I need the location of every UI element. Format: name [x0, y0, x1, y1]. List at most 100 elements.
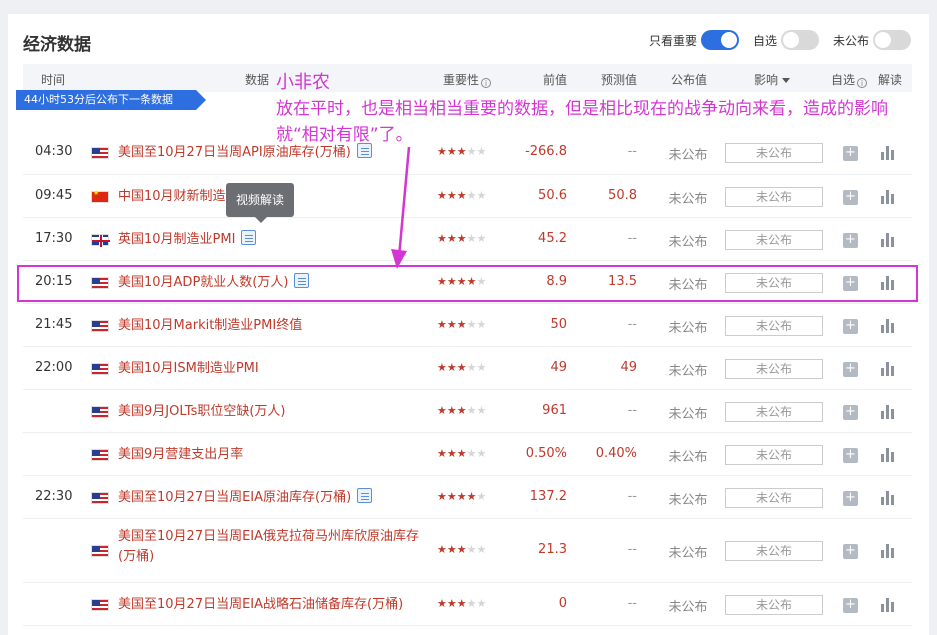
document-icon[interactable]: [241, 229, 257, 245]
annotation-text: 放在平时，也是相当相当重要的数据，但是相比现在的战争动向来看，造成的影响就“相对…: [276, 99, 888, 145]
table-row: 22:00 美国10月ISM制造业PMI ★★★★★ 49 49 未公布 未公布 +: [23, 347, 912, 390]
importance-stars: ★★★★★: [437, 490, 486, 503]
add-watchlist-button[interactable]: +: [843, 404, 858, 420]
indicator-name-link[interactable]: 美国至10月27日当周EIA原油库存(万桶): [118, 487, 373, 508]
previous-value: 0: [558, 595, 567, 611]
filter-toggles: 只看重要 自选 未公布: [635, 30, 911, 50]
add-watchlist-button[interactable]: +: [843, 232, 858, 248]
published-value: 未公布: [668, 492, 708, 508]
column-published: 公布值: [671, 73, 708, 87]
bar-chart-icon[interactable]: [881, 544, 895, 558]
forecast-value: 50.8: [608, 187, 637, 203]
bar-chart-icon[interactable]: [881, 597, 895, 612]
previous-value: 137.2: [529, 488, 567, 504]
star-icon: ★: [446, 543, 457, 556]
star-icon: ★: [476, 596, 487, 610]
forecast-value: --: [627, 542, 637, 557]
bar-chart-icon[interactable]: [881, 404, 895, 419]
star-icon: ★: [476, 403, 487, 417]
toggle-unpublished[interactable]: 未公布: [833, 30, 911, 50]
add-watchlist-button[interactable]: +: [843, 146, 858, 161]
forecast-value: --: [627, 316, 637, 332]
toggle-important-only[interactable]: 只看重要: [649, 30, 739, 50]
table-row: 美国至10月27日当周EIA俄克拉荷马州库欣原油库存(万桶) ★★★★★ 21.3-…: [23, 519, 912, 583]
star-icon: ★: [437, 231, 447, 245]
forecast-value: 49: [620, 359, 637, 375]
toggle-label: 只看重要: [648, 33, 697, 48]
impact-box: 未公布: [725, 594, 823, 615]
star-icon: ★: [456, 489, 467, 503]
bar-chart-icon[interactable]: [881, 361, 895, 376]
star-icon: ★: [437, 446, 447, 460]
importance-stars: ★★★★★: [437, 318, 486, 331]
flag-us-icon: [91, 448, 109, 461]
bar-chart-icon[interactable]: [881, 490, 895, 505]
impact-box: 未公布: [725, 358, 823, 379]
indicator-name-link[interactable]: 美国10月Markit制造业PMI终值: [118, 316, 302, 336]
indicator-name-text: 美国9月JOLTs职位空缺(万人): [118, 403, 286, 419]
star-icon: ★: [456, 403, 467, 417]
flag-cn-icon: [91, 189, 109, 203]
star-icon: ★: [456, 317, 467, 331]
star-icon: ★: [466, 188, 477, 202]
column-impact-sort[interactable]: 影响: [754, 71, 791, 88]
info-icon[interactable]: i: [481, 78, 492, 88]
star-icon: ★: [437, 596, 447, 610]
indicator-name-text: 美国10月Markit制造业PMI终值: [118, 317, 303, 333]
published-value: 未公布: [668, 546, 708, 561]
bar-chart-icon[interactable]: [881, 189, 895, 204]
bar-chart-icon[interactable]: [881, 447, 895, 462]
page-title: 经济数据: [23, 35, 91, 55]
importance-stars: ★★★★★: [437, 597, 486, 610]
column-data: 数据: [245, 73, 270, 87]
impact-box: 未公布: [725, 487, 823, 508]
toggle-switch-off[interactable]: [780, 30, 819, 50]
flag-us-icon: [91, 491, 109, 504]
impact-box: 未公布: [725, 229, 823, 250]
annotation-arrow: [391, 146, 411, 269]
star-icon: ★: [476, 543, 487, 556]
column-previous: 前值: [543, 73, 568, 87]
bar-chart-icon[interactable]: [881, 318, 895, 333]
indicator-name-link[interactable]: 美国9月JOLTs职位空缺(万人): [118, 402, 286, 422]
toggle-switch-off[interactable]: [873, 30, 911, 50]
star-icon: ★: [446, 596, 457, 610]
published-value: 未公布: [668, 599, 708, 615]
bar-chart-icon[interactable]: [881, 232, 895, 247]
toggle-label: 未公布: [832, 33, 869, 48]
add-watchlist-button[interactable]: +: [843, 597, 858, 613]
indicator-name-link[interactable]: 美国10月ISM制造业PMI: [118, 359, 259, 379]
next-data-countdown-banner: 44小时53分后公布下一条数据: [16, 90, 206, 110]
star-icon: ★: [466, 446, 477, 460]
add-watchlist-button[interactable]: +: [843, 189, 858, 205]
indicator-name-text: 英国10月制造业PMI: [118, 231, 236, 247]
flag-uk-icon: [91, 233, 110, 247]
star-icon: ★: [456, 231, 467, 245]
table-row: 17:30 英国10月制造业PMI ★★★★★ 45.2 -- 未公布 未公布 +: [23, 218, 912, 261]
forecast-value: 0.40%: [595, 445, 637, 461]
add-watchlist-button[interactable]: +: [843, 361, 858, 377]
star-icon: ★: [437, 317, 447, 331]
indicator-name-link[interactable]: 美国至10月27日当周EIA战略石油储备库存(万桶): [118, 595, 403, 615]
indicator-name-link[interactable]: 美国至10月27日当周EIA俄克拉荷马州库欣原油库存(万桶): [118, 527, 423, 567]
add-watchlist-button[interactable]: +: [843, 544, 858, 559]
column-importance: 重要性 i: [443, 71, 492, 88]
add-watchlist-button[interactable]: +: [843, 447, 858, 463]
indicator-name-link[interactable]: 英国10月制造业PMI: [118, 229, 257, 250]
star-icon: ★: [476, 231, 487, 245]
indicator-name-link[interactable]: 美国9月营建支出月率: [118, 445, 243, 465]
table-row: 21:45 美国10月Markit制造业PMI终值 ★★★★★ 50 -- 未公布 未公布 +: [23, 304, 912, 347]
star-icon: ★: [437, 403, 447, 417]
row-time: 22:00: [35, 359, 73, 375]
toggle-watchlist[interactable]: 自选: [753, 30, 819, 50]
importance-stars: ★★★★★: [437, 447, 486, 460]
add-watchlist-button[interactable]: +: [843, 490, 858, 506]
add-watchlist-button[interactable]: +: [843, 318, 858, 334]
impact-box: 未公布: [725, 186, 823, 207]
toggle-switch-on[interactable]: [700, 30, 739, 50]
info-icon[interactable]: i: [857, 78, 868, 88]
document-icon[interactable]: [357, 487, 373, 503]
indicator-name-text: 美国至10月27日当周EIA战略石油储备库存(万桶): [118, 596, 404, 612]
bar-chart-icon[interactable]: [881, 146, 895, 160]
annotation-title: 小非农: [276, 72, 330, 93]
